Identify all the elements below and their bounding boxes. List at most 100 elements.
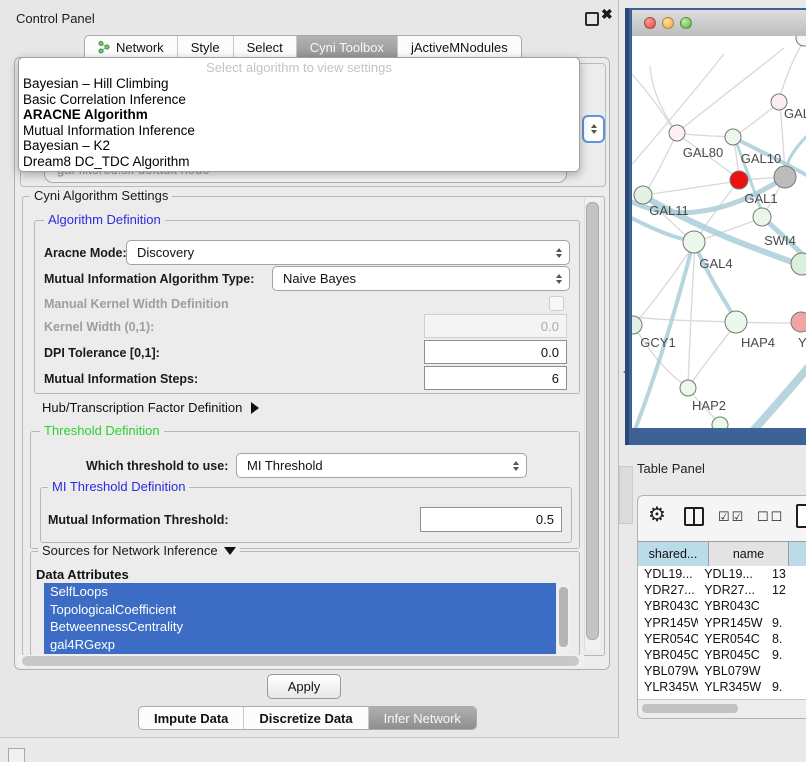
- algorithm-option[interactable]: ARACNE Algorithm: [19, 107, 579, 123]
- attribute-item[interactable]: BetweennessCentrality: [44, 618, 556, 636]
- network-edge-highlighted[interactable]: [694, 243, 736, 321]
- table-cell: 9.: [766, 679, 806, 695]
- table-row[interactable]: YBR043CYBR043C: [638, 598, 806, 614]
- mi-threshold-value: 0.5: [536, 512, 554, 527]
- network-edge[interactable]: [644, 181, 738, 195]
- network-node[interactable]: [753, 208, 771, 226]
- attribute-item[interactable]: gal4RGexp: [44, 636, 556, 654]
- network-edge[interactable]: [632, 66, 676, 134]
- tab-network[interactable]: Network: [85, 36, 177, 59]
- document-icon[interactable]: [796, 504, 806, 528]
- algorithm-option[interactable]: Basic Correlation Inference: [19, 92, 579, 108]
- mi-algorithm-type-combo[interactable]: Naive Bayes: [272, 266, 570, 291]
- network-node[interactable]: [725, 311, 747, 333]
- attribute-item[interactable]: SelfLoops: [44, 583, 556, 601]
- threshold-definition-title: Threshold Definition: [40, 424, 164, 438]
- network-node[interactable]: [669, 125, 685, 141]
- network-window-titlebar[interactable]: [632, 10, 806, 37]
- bottom-tab-impute-data[interactable]: Impute Data: [139, 707, 243, 729]
- close-traffic-light-icon[interactable]: [644, 17, 656, 29]
- panel-splitter-handle[interactable]: [619, 466, 633, 524]
- network-edge[interactable]: [734, 103, 779, 137]
- network-node[interactable]: [712, 417, 728, 428]
- mi-steps-field[interactable]: 6: [424, 366, 567, 390]
- collapsed-panel-icon[interactable]: [8, 748, 25, 762]
- table-row[interactable]: YDR27...YDR27...12: [638, 582, 806, 598]
- network-node-label: GCY1: [640, 335, 675, 350]
- hub-definition-expander[interactable]: Hub/Transcription Factor Definition: [42, 400, 259, 415]
- network-canvas[interactable]: GALGAL80GAL10GAL1GAL11SWI4GAL4GCY1HAP4YH…: [632, 36, 806, 428]
- bottom-tab-infer-network[interactable]: Infer Network: [368, 707, 476, 729]
- column-header-more[interactable]: [789, 542, 806, 566]
- sources-expander[interactable]: Sources for Network Inference: [38, 544, 240, 558]
- table-row[interactable]: YPR145WYPR145W9.: [638, 615, 806, 631]
- network-edge[interactable]: [650, 66, 677, 133]
- kernel-width-field[interactable]: 0.0: [424, 314, 567, 338]
- data-attributes-list[interactable]: SelfLoopsTopologicalCoefficientBetweenne…: [44, 583, 556, 654]
- settings-vertical-scrollbar-thumb[interactable]: [586, 202, 599, 640]
- cyni-algorithm-settings-title: Cyni Algorithm Settings: [30, 189, 172, 203]
- columns-icon[interactable]: [684, 507, 704, 526]
- select-all-checkboxes-icon[interactable]: ☑☑: [718, 509, 745, 525]
- float-window-button[interactable]: [585, 12, 599, 26]
- network-node[interactable]: [774, 166, 796, 188]
- table-cell: YDL19...: [638, 566, 698, 582]
- network-node[interactable]: [683, 231, 705, 253]
- tab-label: Style: [191, 40, 220, 55]
- attributes-scrollbar[interactable]: [557, 584, 570, 654]
- network-node[interactable]: [730, 171, 748, 189]
- bottom-tab-discretize-data[interactable]: Discretize Data: [243, 707, 367, 729]
- table-row[interactable]: YER054CYER054C8.: [638, 631, 806, 647]
- table-horizontal-scrollbar-thumb[interactable]: [642, 704, 738, 713]
- tab-style[interactable]: Style: [177, 36, 233, 59]
- screen: Control Panel ✖ NetworkStyleSelectCyni T…: [0, 0, 806, 762]
- network-node[interactable]: [725, 129, 741, 145]
- network-node[interactable]: [632, 316, 642, 334]
- network-edge[interactable]: [632, 316, 736, 322]
- minimize-traffic-light-icon[interactable]: [662, 17, 674, 29]
- table-row[interactable]: YLR345WYLR345W9.: [638, 679, 806, 695]
- aracne-mode-combo[interactable]: Discovery: [126, 240, 570, 265]
- tab-jactivemnodules[interactable]: jActiveMNodules: [397, 36, 521, 59]
- network-edge-highlighted[interactable]: [750, 356, 806, 428]
- attributes-scrollbar-thumb[interactable]: [559, 587, 568, 647]
- network-node[interactable]: [791, 312, 806, 332]
- table-horizontal-scrollbar[interactable]: [638, 699, 806, 719]
- aracne-mode-label: Aracne Mode:: [44, 246, 127, 260]
- column-header-name[interactable]: name: [709, 542, 789, 566]
- table-row[interactable]: YBR045CYBR045C9.: [638, 647, 806, 663]
- network-node[interactable]: [634, 186, 652, 204]
- algorithm-option[interactable]: Bayesian – Hill Climbing: [19, 76, 579, 92]
- network-node[interactable]: [680, 380, 696, 396]
- apply-button[interactable]: Apply: [267, 674, 341, 699]
- table-row[interactable]: YDL19...YDL19...13: [638, 566, 806, 582]
- tab-cyni-toolbox[interactable]: Cyni Toolbox: [296, 36, 397, 59]
- table-cell: 12: [766, 582, 806, 598]
- column-header-shared[interactable]: shared...: [638, 542, 709, 566]
- network-node[interactable]: [791, 253, 806, 275]
- zoom-traffic-light-icon[interactable]: [680, 17, 692, 29]
- algorithm-option[interactable]: Bayesian – K2: [19, 138, 579, 154]
- dpi-tolerance-field[interactable]: 0.0: [424, 340, 567, 364]
- network-edge[interactable]: [634, 243, 695, 325]
- settings-horizontal-scrollbar-thumb[interactable]: [22, 656, 579, 666]
- algorithm-dropdown-prompt: Select algorithm to view settings: [19, 58, 579, 76]
- clear-all-checkboxes-icon[interactable]: ☐☐: [757, 509, 784, 525]
- mi-threshold-field[interactable]: 0.5: [420, 507, 562, 532]
- algorithm-option[interactable]: Mutual Information Inference: [19, 123, 579, 139]
- manual-kernel-width-checkbox[interactable]: [549, 296, 564, 311]
- gear-icon[interactable]: ⚙: [648, 502, 666, 527]
- network-node[interactable]: [796, 36, 806, 46]
- stepper-arrows-icon: [513, 461, 519, 471]
- which-threshold-combo[interactable]: MI Threshold: [236, 453, 527, 478]
- aracne-mode-value: Discovery: [137, 245, 194, 260]
- mi-algorithm-type-value: Naive Bayes: [283, 271, 356, 286]
- network-edge[interactable]: [689, 323, 736, 387]
- tab-select[interactable]: Select: [233, 36, 296, 59]
- close-icon[interactable]: ✖: [601, 6, 613, 23]
- algorithm-option[interactable]: Dream8 DC_TDC Algorithm: [19, 154, 579, 170]
- table-row[interactable]: YBL079WYBL079W: [638, 663, 806, 679]
- attribute-item[interactable]: TopologicalCoefficient: [44, 601, 556, 619]
- algorithm-combo-stepper[interactable]: [582, 115, 605, 143]
- algorithm-dropdown-list: Bayesian – Hill ClimbingBasic Correlatio…: [19, 76, 579, 170]
